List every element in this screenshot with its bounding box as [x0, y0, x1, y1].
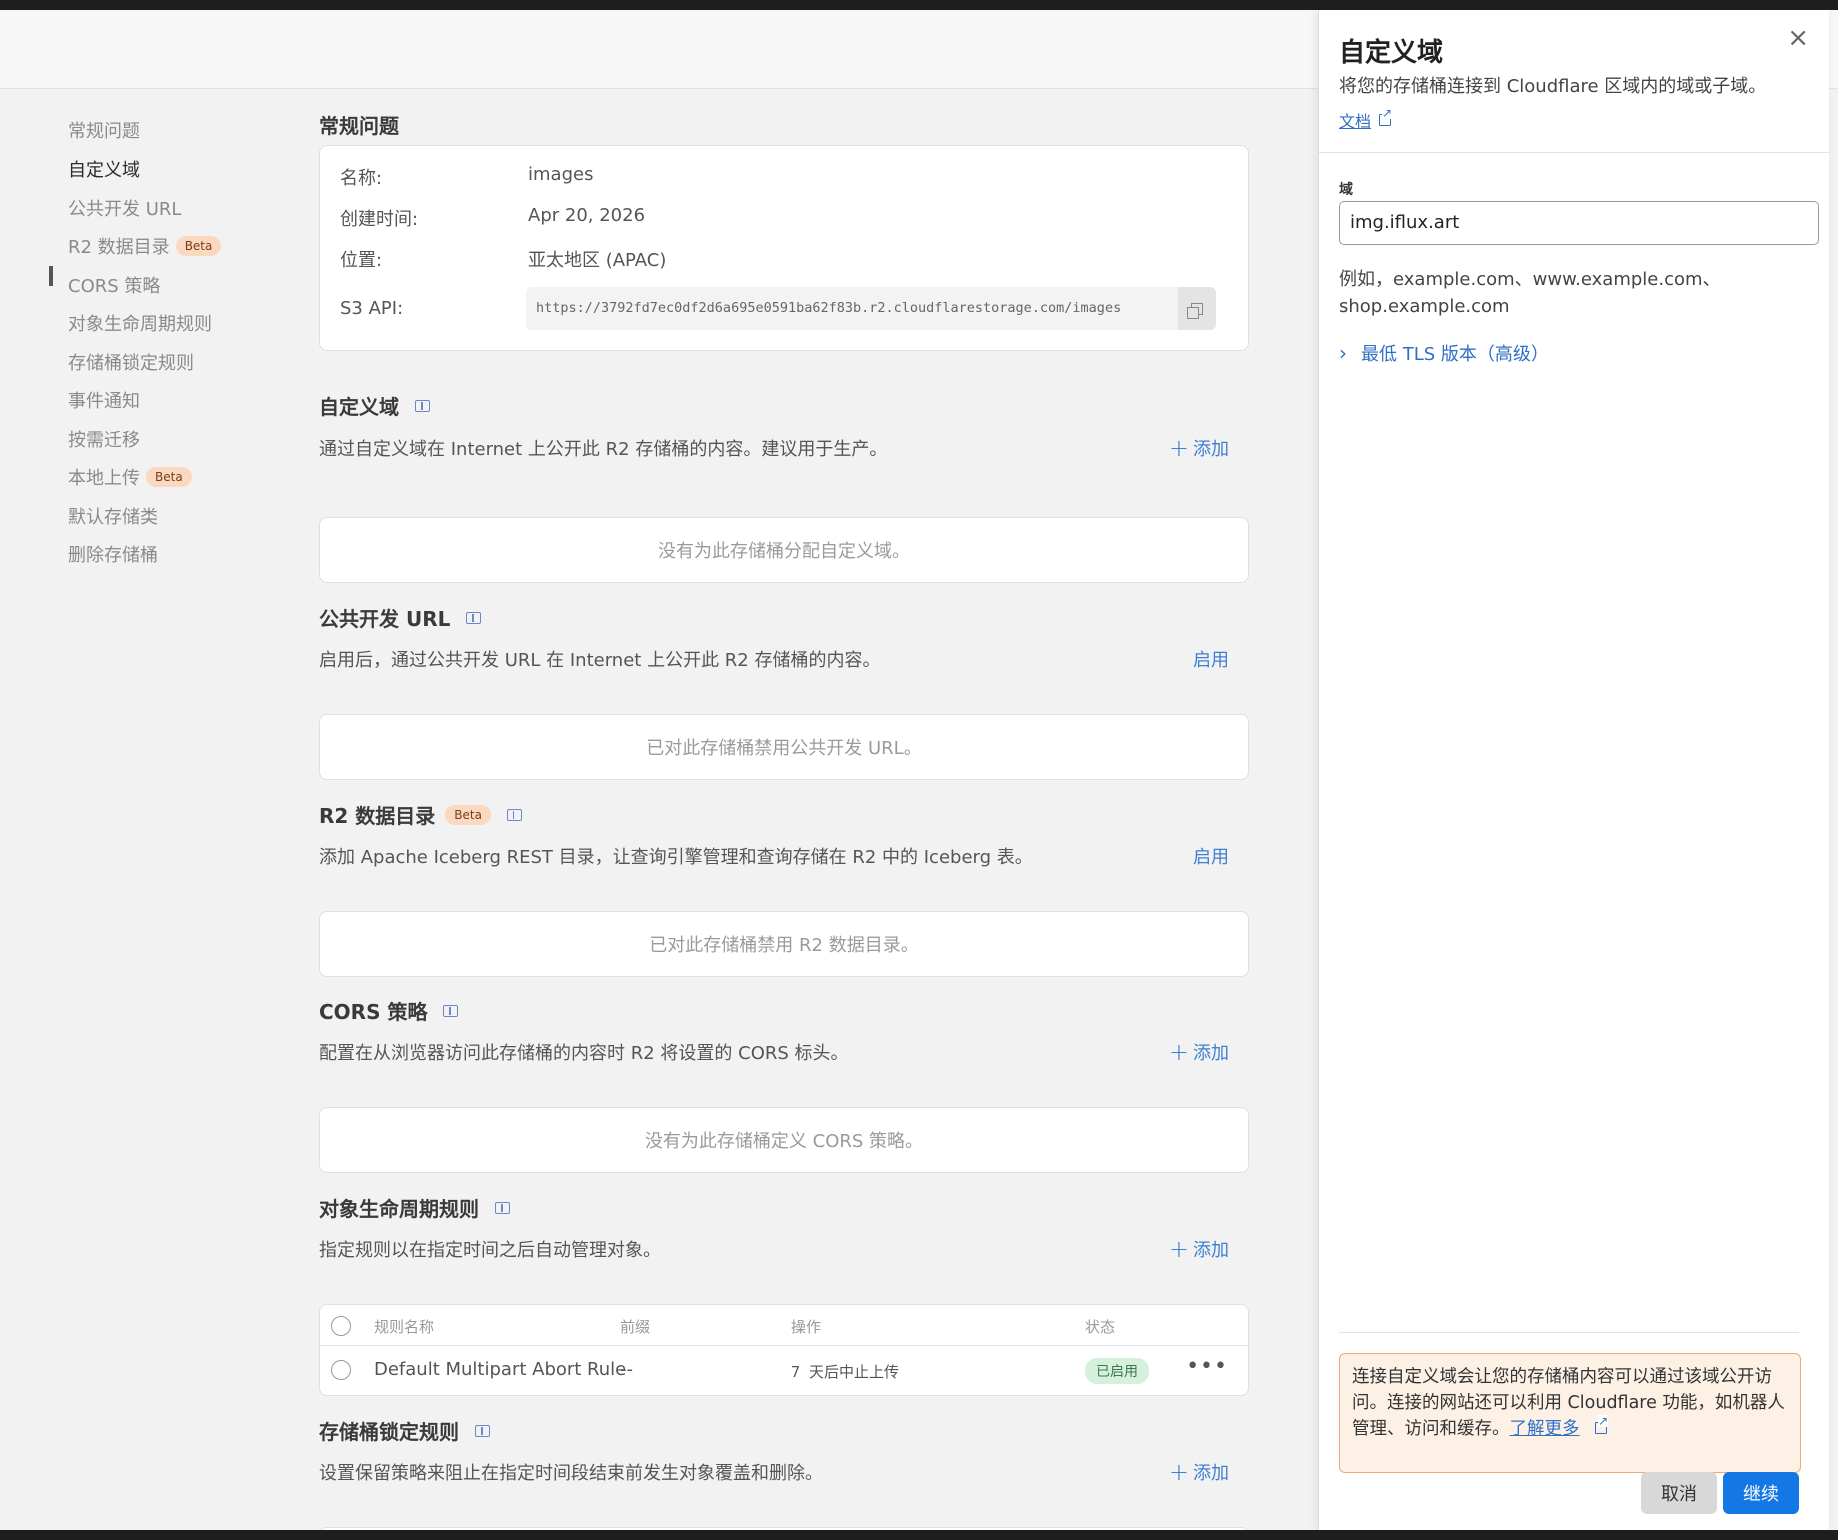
data-catalog-empty: 已对此存储桶禁用 R2 数据目录。 [319, 911, 1249, 977]
enable-public-url-button[interactable]: 启用 [1193, 646, 1229, 672]
name-label: 名称: [340, 168, 383, 189]
plus-icon: + [1168, 434, 1189, 462]
public-url-desc: 启用后，通过公共开发 URL 在 Internet 上公开此 R2 存储桶的内容… [319, 650, 881, 671]
divider [1339, 1332, 1799, 1333]
domain-hint: 例如，example.com、www.example.com、shop.exam… [1339, 269, 1721, 317]
continue-button[interactable]: 继续 [1723, 1472, 1799, 1514]
more-options-icon[interactable]: ••• [1186, 1354, 1228, 1379]
nav-item-public-url[interactable]: 公共开发 URL [68, 193, 181, 223]
domain-input[interactable]: img.iflux.art [1339, 201, 1819, 245]
beta-badge: Beta [445, 804, 491, 825]
plus-icon: + [1168, 1458, 1189, 1486]
column-header[interactable]: 前缀 [620, 1316, 650, 1337]
cors-empty: 没有为此存储桶定义 CORS 策略。 [319, 1107, 1249, 1173]
add-cors-button[interactable]: + 添加 [1169, 1039, 1229, 1065]
rule-prefix: -- [620, 1359, 633, 1380]
copy-button[interactable] [1178, 287, 1216, 330]
nav-item-migration[interactable]: 按需迁移 [68, 424, 140, 454]
general-card: 名称: images 创建时间: Apr 20, 2026 位置: 亚太地区 (… [319, 145, 1249, 351]
table-row[interactable]: Default Multipart Abort Rule -- 7 天后中止上传… [320, 1346, 1248, 1394]
divider [1319, 152, 1829, 153]
lock-title: 存储桶锁定规则 [319, 1416, 490, 1445]
nav-item-custom-domain[interactable]: 自定义域 [68, 154, 140, 184]
cancel-button[interactable]: 取消 [1641, 1472, 1717, 1514]
nav-item-general[interactable]: 常规问题 [68, 115, 140, 145]
s3-api-field[interactable]: https://3792fd7ec0df2d6a695e0591ba62f83b… [526, 287, 1216, 330]
domain-label: 域 [1339, 182, 1353, 198]
s3-api-label: S3 API: [340, 298, 404, 319]
data-catalog-title: R2 数据目录 Beta [319, 800, 522, 829]
docs-icon[interactable] [475, 1424, 490, 1437]
status-badge: 已启用 [1085, 1358, 1149, 1384]
general-title: 常规问题 [319, 114, 399, 138]
nav-item-lock[interactable]: 存储桶锁定规则 [68, 347, 194, 377]
plus-icon: + [1168, 1235, 1189, 1263]
beta-badge: Beta [175, 236, 222, 256]
custom-domain-drawer: × 自定义域 将您的存储桶连接到 Cloudflare 区域内的域或子域。 文档… [1318, 10, 1829, 1530]
row-checkbox[interactable] [331, 1360, 351, 1380]
rule-name: Default Multipart Abort Rule [374, 1359, 627, 1380]
lifecycle-table: 规则名称 前缀 操作 状态 Default Multipart Abort Ru… [319, 1304, 1249, 1396]
lifecycle-title: 对象生命周期规则 [319, 1193, 510, 1222]
add-lock-rule-button[interactable]: + 添加 [1169, 1459, 1229, 1485]
add-custom-domain-button[interactable]: + 添加 [1169, 435, 1229, 461]
nav-item-events[interactable]: 事件通知 [68, 385, 140, 415]
enable-data-catalog-button[interactable]: 启用 [1193, 843, 1229, 869]
drawer-title: 自定义域 [1339, 38, 1444, 68]
custom-domain-title: 自定义域 [319, 391, 430, 420]
docs-icon[interactable] [466, 611, 482, 624]
public-url-title: 公共开发 URL [319, 603, 482, 632]
nav-item-lifecycle[interactable]: 对象生命周期规则 [68, 308, 212, 338]
external-link-icon [1379, 107, 1393, 126]
s3-api-value: https://3792fd7ec0df2d6a695e0591ba62f83b… [536, 300, 1122, 316]
external-link-icon [1595, 1415, 1609, 1434]
beta-badge: Beta [146, 467, 192, 487]
public-url-empty: 已对此存储桶禁用公共开发 URL。 [319, 714, 1249, 780]
plus-icon: + [1168, 1038, 1189, 1066]
column-header[interactable]: 规则名称 [374, 1316, 434, 1337]
data-catalog-desc: 添加 Apache Iceberg REST 目录，让查询引擎管理和查询存储在 … [319, 847, 1033, 868]
lock-desc: 设置保留策略来阻止在指定时间段结束前发生对象覆盖和删除。 [319, 1463, 823, 1484]
add-lifecycle-rule-button[interactable]: + 添加 [1169, 1236, 1229, 1262]
docs-icon[interactable] [443, 1004, 459, 1017]
rule-action: 7 天后中止上传 [791, 1363, 900, 1381]
location-value: 亚太地区 (APAC) [528, 250, 667, 271]
learn-more-link[interactable]: 了解更多 [1510, 1419, 1580, 1439]
lifecycle-desc: 指定规则以在指定时间之后自动管理对象。 [319, 1240, 661, 1261]
lock-card [319, 1527, 1249, 1530]
nav-item-delete-bucket[interactable]: 删除存储桶 [68, 539, 158, 569]
warning-notice: 连接自定义域会让您的存储桶内容可以通过该域公开访问。连接的网站还可以利用 Clo… [1339, 1353, 1801, 1473]
nav-item-storage-class[interactable]: 默认存储类 [68, 501, 158, 531]
docs-link[interactable]: 文档 [1339, 107, 1393, 132]
name-value: images [528, 164, 594, 185]
active-nav-marker [49, 266, 53, 286]
app-window: 常规问题 自定义域 公共开发 URL R2 数据目录 Beta CORS 策略 对… [0, 10, 1838, 1530]
copy-icon [1187, 302, 1203, 319]
cors-desc: 配置在从浏览器访问此存储桶的内容时 R2 将设置的 CORS 标头。 [319, 1043, 849, 1064]
chevron-right-icon: › [1339, 341, 1347, 365]
drawer-subtitle: 将您的存储桶连接到 Cloudflare 区域内的域或子域。 [1339, 76, 1767, 97]
nav-item-data-catalog[interactable]: R2 数据目录 Beta [68, 231, 222, 261]
location-label: 位置: [340, 250, 383, 271]
docs-icon[interactable] [495, 1201, 510, 1214]
tls-advanced-toggle[interactable]: › 最低 TLS 版本（高级） [1339, 340, 1549, 366]
nav-item-cors[interactable]: CORS 策略 [68, 270, 160, 300]
cors-title: CORS 策略 [319, 996, 459, 1025]
created-label: 创建时间: [340, 209, 419, 230]
docs-icon[interactable] [506, 808, 522, 821]
column-header[interactable]: 状态 [1085, 1316, 1115, 1337]
created-value: Apr 20, 2026 [528, 205, 646, 226]
nav-item-local-upload[interactable]: 本地上传 Beta [68, 462, 192, 492]
custom-domain-desc: 通过自定义域在 Internet 上公开此 R2 存储桶的内容。建议用于生产。 [319, 439, 888, 460]
column-header[interactable]: 操作 [791, 1316, 821, 1337]
custom-domain-empty: 没有为此存储桶分配自定义域。 [319, 517, 1249, 583]
table-header: 规则名称 前缀 操作 状态 [320, 1305, 1248, 1346]
docs-icon[interactable] [415, 399, 430, 412]
close-icon[interactable]: × [1787, 25, 1809, 51]
select-all-checkbox[interactable] [331, 1316, 351, 1336]
